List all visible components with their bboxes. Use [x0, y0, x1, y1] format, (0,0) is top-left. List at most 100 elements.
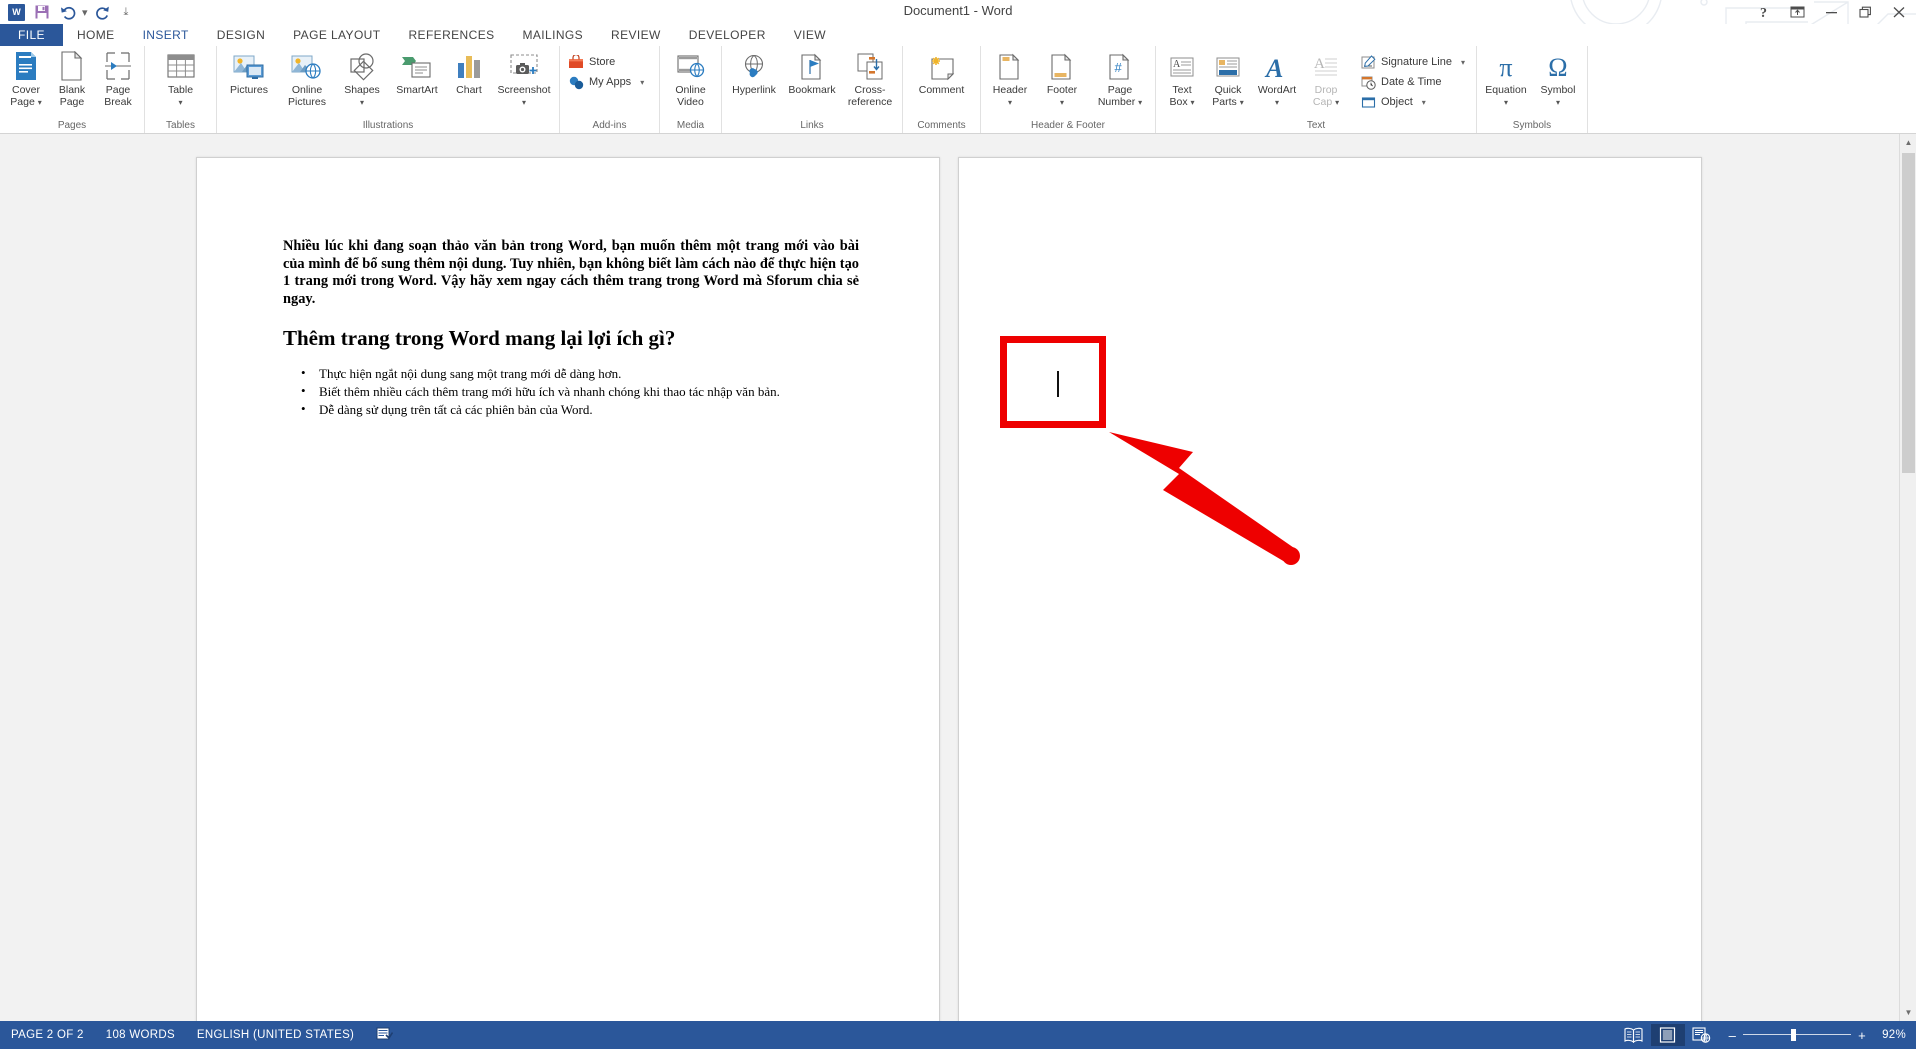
chevron-down-icon[interactable]: ▾ [1191, 98, 1195, 107]
cross-reference-label-line1: Cross- [854, 84, 886, 96]
pictures-button[interactable]: Pictures [220, 48, 278, 96]
tab-home[interactable]: HOME [63, 24, 129, 46]
chevron-down-icon[interactable]: ▾ [1240, 98, 1244, 107]
chevron-down-icon[interactable]: ▾ [1008, 98, 1012, 107]
ribbon-group-tables: Table ▾ Tables [145, 46, 217, 133]
ribbon-display-options-button[interactable] [1780, 0, 1814, 24]
chevron-down-icon[interactable]: ▾ [38, 98, 42, 107]
tab-file[interactable]: FILE [0, 24, 63, 46]
blank-page-label-line1: Blank [58, 84, 86, 96]
page-indicator[interactable]: PAGE 2 OF 2 [0, 1029, 95, 1041]
hyperlink-label: Hyperlink [732, 84, 776, 96]
document-page-1[interactable]: Nhiều lúc khi đang soạn thảo văn bản tro… [196, 157, 940, 1021]
print-layout-button[interactable] [1650, 1024, 1685, 1046]
ribbon-group-label-comments: Comments [917, 120, 966, 131]
read-mode-button[interactable] [1617, 1024, 1651, 1046]
document-canvas[interactable]: Nhiều lúc khi đang soạn thảo văn bản tro… [0, 134, 1916, 1021]
page-number-button[interactable]: # Page Number ▾ [1088, 48, 1152, 109]
svg-text:A: A [1173, 59, 1181, 70]
footer-button[interactable]: Footer ▾ [1036, 48, 1088, 109]
drop-cap-button[interactable]: A Drop Cap ▾ [1303, 48, 1349, 109]
tab-insert[interactable]: INSERT [128, 24, 203, 46]
zoom-out-button[interactable]: – [1729, 1028, 1737, 1043]
chevron-down-icon[interactable]: ▾ [360, 98, 364, 107]
restore-button[interactable] [1848, 0, 1882, 24]
cover-page-button[interactable]: Cover Page ▾ [3, 48, 49, 109]
chevron-down-icon[interactable]: ▾ [178, 98, 182, 107]
ribbon-group-label-media: Media [676, 120, 705, 131]
proofing-errors-icon[interactable] [365, 1026, 404, 1044]
shapes-button[interactable]: Shapes ▾ [336, 48, 388, 109]
online-pictures-label-line1: Online [291, 84, 323, 96]
vertical-scrollbar[interactable]: ▲ ▼ [1899, 134, 1916, 1021]
chevron-down-icon[interactable]: ▾ [1504, 98, 1508, 107]
text-box-button[interactable]: A Text Box ▾ [1159, 48, 1205, 109]
footer-icon [1049, 51, 1075, 81]
tab-page-layout[interactable]: PAGE LAYOUT [279, 24, 394, 46]
my-apps-button[interactable]: My Apps ▾ [565, 72, 650, 92]
zoom-level-label[interactable]: 92% [1876, 1029, 1910, 1041]
quick-parts-button[interactable]: Quick Parts ▾ [1205, 48, 1251, 109]
store-icon [568, 54, 584, 70]
tab-design[interactable]: DESIGN [203, 24, 279, 46]
online-pictures-button[interactable]: Online Pictures [278, 48, 336, 108]
symbol-button[interactable]: Ω Symbol ▾ [1532, 48, 1584, 109]
zoom-control[interactable]: – + [1719, 1028, 1876, 1043]
chevron-down-icon[interactable]: ▾ [1138, 98, 1142, 107]
list-item: Biết thêm nhiều cách thêm trang mới hữu … [283, 382, 859, 400]
document-page-2[interactable] [958, 157, 1702, 1021]
object-button[interactable]: Object ▾ [1357, 92, 1471, 112]
drop-cap-icon: A [1313, 51, 1339, 81]
scroll-up-icon[interactable]: ▲ [1900, 134, 1916, 151]
zoom-slider-thumb[interactable] [1791, 1029, 1797, 1041]
help-button[interactable]: ? [1746, 0, 1780, 24]
online-video-label-line2: Video [677, 96, 704, 108]
close-button[interactable] [1882, 0, 1916, 24]
chevron-down-icon[interactable]: ▾ [1422, 98, 1426, 107]
ribbon-tab-bar[interactable]: FILE HOME INSERT DESIGN PAGE LAYOUT REFE… [0, 24, 1916, 46]
tab-mailings[interactable]: MAILINGS [509, 24, 598, 46]
page-break-button[interactable]: Page Break [95, 48, 141, 108]
language-indicator[interactable]: ENGLISH (UNITED STATES) [186, 1029, 365, 1041]
window-title: Document1 - Word [903, 3, 1013, 18]
smartart-button[interactable]: SmartArt [388, 48, 446, 96]
hyperlink-button[interactable]: Hyperlink [725, 48, 783, 96]
chevron-down-icon[interactable]: ▾ [1461, 58, 1465, 67]
chevron-down-icon[interactable]: ▾ [1556, 98, 1560, 107]
window-controls[interactable]: ? [1746, 0, 1916, 24]
blank-page-button[interactable]: Blank Page [49, 48, 95, 108]
bookmark-button[interactable]: Bookmark [783, 48, 841, 96]
chevron-down-icon[interactable]: ▾ [1335, 98, 1339, 107]
tab-view[interactable]: VIEW [780, 24, 840, 46]
word-count[interactable]: 108 WORDS [95, 1029, 186, 1041]
cross-reference-button[interactable]: Cross-reference [841, 48, 899, 108]
table-button[interactable]: Table ▾ [155, 48, 207, 109]
wordart-button[interactable]: A WordArt ▾ [1251, 48, 1303, 109]
chevron-down-icon[interactable]: ▾ [522, 98, 526, 107]
scrollbar-thumb[interactable] [1902, 153, 1915, 473]
chevron-down-icon[interactable]: ▾ [640, 78, 644, 87]
page-1-content[interactable]: Nhiều lúc khi đang soạn thảo văn bản tro… [283, 238, 859, 419]
chart-button[interactable]: Chart [446, 48, 492, 96]
title-bar: W ▾ ⤓ Document1 - Word ? [0, 0, 1916, 46]
scroll-down-icon[interactable]: ▼ [1900, 1004, 1916, 1021]
chevron-down-icon[interactable]: ▾ [1060, 98, 1064, 107]
online-video-button[interactable]: Online Video [665, 48, 717, 108]
date-and-time-button[interactable]: Date & Time [1357, 72, 1471, 92]
tab-developer[interactable]: DEVELOPER [675, 24, 780, 46]
minimize-button[interactable] [1814, 0, 1848, 24]
equation-button[interactable]: π Equation ▾ [1480, 48, 1532, 109]
tab-review[interactable]: REVIEW [597, 24, 675, 46]
store-button[interactable]: Store [565, 52, 650, 72]
header-button[interactable]: Header ▾ [984, 48, 1036, 109]
web-layout-button[interactable] [1685, 1024, 1719, 1046]
zoom-slider[interactable] [1743, 1029, 1852, 1041]
ribbon-group-label-header-footer: Header & Footer [1031, 120, 1105, 131]
comment-button[interactable]: Comment [910, 48, 974, 96]
tab-references[interactable]: REFERENCES [394, 24, 508, 46]
screenshot-button[interactable]: Screenshot ▾ [492, 48, 556, 109]
chevron-down-icon[interactable]: ▾ [1275, 98, 1279, 107]
signature-line-button[interactable]: Signature Line ▾ [1357, 52, 1471, 72]
drop-cap-label-line1: Drop [1314, 84, 1338, 96]
zoom-in-button[interactable]: + [1858, 1028, 1866, 1043]
